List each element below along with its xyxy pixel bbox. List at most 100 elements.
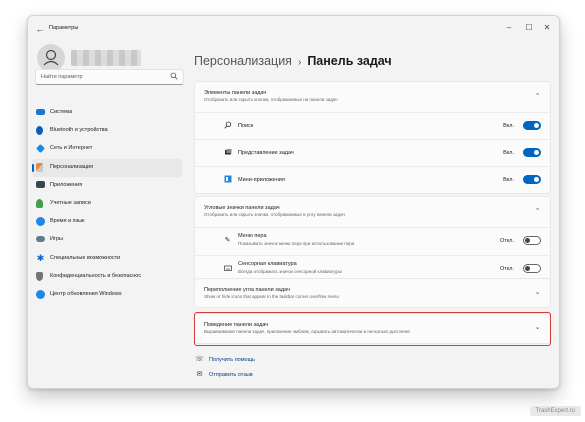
watermark: TrashExpert.ru (529, 406, 581, 416)
window-title: Параметры (49, 25, 79, 31)
chevron-down-icon[interactable]: ⌄ (533, 288, 542, 297)
settings-window: ← Параметры – ☐ ✕ Система Bluetooth и ус… (27, 15, 560, 389)
link-label: Получить помощь (209, 357, 255, 363)
chevron-up-icon[interactable]: ⌃ (533, 92, 542, 101)
sidebar-item-label: Сеть и Интернет (50, 145, 93, 152)
search-input[interactable] (41, 71, 161, 82)
toggle-state-text: Откл. (499, 266, 514, 272)
sidebar-item-accounts[interactable]: Учетные записи (32, 195, 182, 213)
setting-label: Представление задач (238, 150, 294, 156)
sidebar-item-time-language[interactable]: Время и язык (32, 213, 182, 231)
apps-icon (36, 180, 45, 188)
overflow-card[interactable]: Переполнение угла панели задач Show or h… (194, 278, 551, 308)
brush-icon (36, 162, 43, 172)
sidebar-nav: Система Bluetooth и устройства Сеть и Ин… (28, 104, 188, 304)
task-view-toggle[interactable] (523, 148, 541, 157)
sidebar-item-label: Игры (50, 236, 63, 243)
sidebar-item-bluetooth[interactable]: Bluetooth и устройства (32, 122, 182, 140)
toggle-state-text: Откл. (499, 238, 514, 244)
close-button[interactable]: ✕ (539, 21, 555, 35)
title-bar: ← Параметры – ☐ ✕ (28, 16, 559, 44)
search-icon (169, 72, 178, 81)
user-icon (43, 49, 59, 66)
setting-label: Поиск (238, 123, 254, 129)
setting-row-widgets: Мини-приложения Вкл. (195, 166, 550, 193)
setting-row-pen-menu: ✎ Меню пера Показывать значок меню пера … (195, 227, 550, 255)
setting-description: Всегда отображать значок сенсорной клави… (238, 269, 342, 274)
card-subtitle: Отобразить или скрыть кнопки, отображаем… (204, 97, 338, 102)
card-title: Угловые значки панели задач (204, 205, 280, 211)
sidebar-item-label: Bluetooth и устройства (50, 127, 108, 134)
setting-label: Мини-приложения (238, 177, 285, 183)
sidebar-item-label: Центр обновления Windows (50, 290, 122, 297)
taskbar-items-header[interactable]: Элементы панели задач Отобразить или скр… (195, 82, 550, 112)
sidebar-item-network[interactable]: Сеть и Интернет (32, 140, 182, 158)
sidebar-item-label: Время и язык (50, 218, 85, 225)
sidebar-item-label: Приложения (50, 181, 83, 188)
setting-row-search: Поиск Вкл. (195, 112, 550, 139)
toggle-knob (525, 266, 530, 271)
link-label: Отправить отзыв (209, 372, 253, 378)
breadcrumb: Персонализация › Панель задач (194, 54, 392, 68)
taskbar-items-card: Элементы панели задач Отобразить или скр… (194, 81, 551, 194)
minimize-button[interactable]: – (501, 21, 517, 35)
widgets-icon (223, 175, 232, 184)
sidebar-item-label: Учетные записи (50, 199, 91, 206)
toggle-state-text: Вкл. (503, 150, 514, 156)
feedback-icon: ✉ (196, 371, 203, 378)
setting-label: Меню пера (238, 233, 267, 239)
sidebar-item-accessibility[interactable]: ✱ Специальные возможности (32, 250, 182, 268)
accessibility-icon: ✱ (36, 252, 45, 263)
toggle-knob (525, 238, 530, 243)
accounts-icon (36, 198, 43, 208)
setting-description: Показывать значок меню пера при использо… (238, 241, 355, 246)
pen-menu-toggle[interactable] (523, 236, 541, 245)
toggle-knob (534, 150, 539, 155)
globe-icon (36, 217, 45, 227)
bluetooth-icon (36, 126, 43, 136)
sidebar-item-personalization[interactable]: Персонализация (32, 158, 182, 177)
search-toggle[interactable] (523, 121, 541, 130)
page-title: Панель задач (307, 54, 392, 68)
back-arrow-icon[interactable]: ← (34, 23, 46, 35)
search-icon (223, 121, 232, 130)
sidebar-item-system[interactable]: Система (32, 104, 182, 122)
setting-label: Сенсорная клавиатура (238, 261, 297, 267)
card-subtitle: Show or hide icons that appear in the ta… (204, 294, 339, 299)
setting-row-task-view: Представление задач Вкл. (195, 139, 550, 166)
help-icon: ☏ (195, 356, 204, 363)
sidebar-item-label: Система (50, 109, 73, 115)
keyboard-icon (223, 264, 232, 273)
card-title: Элементы панели задач (204, 90, 267, 96)
card-title: Переполнение угла панели задач (204, 287, 290, 293)
chevron-up-icon[interactable]: ⌃ (533, 207, 542, 216)
monitor-icon (36, 109, 45, 115)
toggle-knob (534, 177, 539, 182)
gamepad-icon (36, 236, 45, 243)
update-icon (36, 289, 45, 299)
toggle-knob (534, 123, 539, 128)
highlight-frame (194, 312, 551, 346)
task-view-icon (223, 148, 232, 157)
avatar[interactable] (37, 44, 65, 72)
maximize-button[interactable]: ☐ (521, 21, 537, 35)
widgets-toggle[interactable] (523, 175, 541, 184)
corner-icons-card: Угловые значки панели задач Отобразить и… (194, 196, 551, 284)
corner-icons-header[interactable]: Угловые значки панели задач Отобразить и… (195, 197, 550, 227)
sidebar-item-windows-update[interactable]: Центр обновления Windows (32, 286, 182, 304)
search-box[interactable] (35, 69, 184, 85)
breadcrumb-separator: › (297, 57, 302, 68)
touch-keyboard-toggle[interactable] (523, 264, 541, 273)
sidebar-item-label: Персонализация (50, 163, 94, 170)
toggle-state-text: Вкл. (503, 123, 514, 129)
pen-icon: ✎ (224, 237, 231, 244)
sidebar-item-gaming[interactable]: Игры (32, 231, 182, 249)
sidebar-item-apps[interactable]: Приложения (32, 177, 182, 195)
toggle-state-text: Вкл. (503, 177, 514, 183)
sidebar-item-label: Специальные возможности (50, 254, 121, 261)
sidebar-item-privacy[interactable]: Конфиденциальность и безопаснос (32, 268, 182, 286)
profile-name-blurred (71, 50, 141, 66)
sidebar-item-label: Конфиденциальность и безопаснос (50, 272, 142, 279)
breadcrumb-parent[interactable]: Персонализация (194, 54, 292, 68)
card-subtitle: Отобразить или скрыть значки, отображаем… (204, 212, 345, 217)
